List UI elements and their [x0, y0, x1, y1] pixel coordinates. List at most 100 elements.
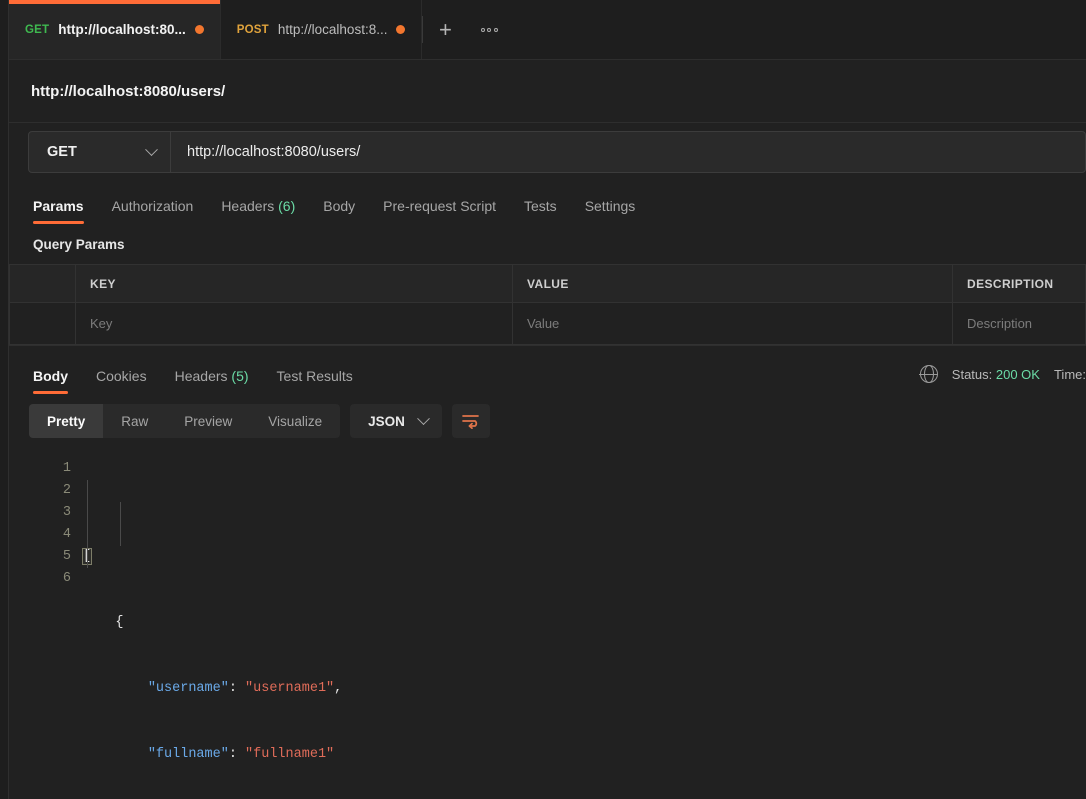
query-params-heading: Query Params [9, 224, 1086, 264]
response-header: Body Cookies Headers (5) Test Results St… [9, 346, 1086, 394]
table-row[interactable]: Key Value Description [9, 302, 1086, 345]
status-text: Status: 200 OK [952, 367, 1040, 382]
chevron-down-icon [145, 142, 158, 156]
indent-guide [119, 502, 121, 546]
button-label: Raw [121, 413, 149, 429]
request-tab-post[interactable]: POST http://localhost:8... [220, 0, 423, 59]
response-format-toolbar: Pretty Raw Preview Visualize JSON [9, 394, 1086, 448]
unsaved-changes-dot-icon [194, 25, 204, 34]
brace-open: { [115, 615, 124, 630]
status-label: Status: [951, 366, 993, 382]
tab-authorization[interactable]: Authorization [98, 198, 208, 224]
response-tab-headers[interactable]: Headers (5) [161, 368, 263, 394]
url-bar: GET [9, 123, 1086, 181]
tab-title-label: http://localhost:80... [58, 22, 186, 37]
request-tab-get[interactable]: GET http://localhost:80... [9, 0, 221, 59]
ellipsis-icon [480, 27, 498, 32]
code-line-1: [ [81, 546, 1086, 568]
view-mode-visualize[interactable]: Visualize [250, 404, 340, 438]
tab-tests[interactable]: Tests [510, 198, 571, 224]
response-language-select[interactable]: JSON [350, 404, 442, 438]
row-description-cell[interactable]: Description [952, 302, 1086, 345]
time-label: Time: [1053, 366, 1086, 382]
tab-label: Headers [221, 198, 275, 214]
response-view-mode-group: Pretty Raw Preview Visualize [29, 404, 341, 438]
unsaved-changes-dot-icon [396, 25, 406, 34]
chevron-down-icon [416, 411, 430, 425]
plus-icon: + [439, 16, 452, 42]
table-header-row: KEY VALUE DESCRIPTION [9, 264, 1086, 303]
tab-headers[interactable]: Headers (6) [207, 198, 309, 224]
json-key: "fullname" [147, 747, 229, 762]
line-number-gutter: 1 2 3 4 5 6 [9, 458, 83, 799]
url-input-group: GET [28, 131, 1086, 173]
postman-window: GET http://localhost:80... POST http://l… [0, 0, 1086, 799]
line-number: 6 [62, 571, 71, 586]
view-mode-pretty[interactable]: Pretty [29, 404, 104, 438]
query-params-table: KEY VALUE DESCRIPTION Key Value Descript… [9, 264, 1086, 345]
comma: , [334, 681, 343, 696]
tab-pre-request-script[interactable]: Pre-request Script [369, 198, 510, 224]
colon: : [228, 681, 246, 696]
language-label: JSON [368, 413, 405, 429]
line-number: 2 [62, 483, 71, 498]
column-header-key: KEY [75, 264, 513, 303]
tab-method-label: POST [236, 23, 269, 36]
tab-params[interactable]: Params [29, 198, 98, 224]
line-number: 4 [62, 527, 71, 542]
http-method-label: GET [47, 144, 77, 160]
json-value: "username1" [245, 681, 335, 696]
collapsed-sidebar[interactable] [0, 0, 9, 799]
tab-settings[interactable]: Settings [571, 198, 650, 224]
tab-label: Authorization [111, 198, 194, 214]
tab-label: Cookies [96, 368, 147, 384]
json-value: "fullname1" [245, 747, 335, 762]
status-badge: 200 OK [995, 366, 1040, 382]
row-value-cell[interactable]: Value [512, 302, 953, 345]
colon: : [228, 747, 246, 762]
globe-icon[interactable] [919, 365, 939, 383]
wrap-lines-button[interactable] [451, 404, 490, 438]
tab-label: Tests [524, 198, 557, 214]
tab-count-badge: (6) [278, 198, 296, 214]
json-key: "username" [147, 681, 229, 696]
tab-label: Body [33, 368, 68, 384]
line-number: 3 [62, 505, 71, 520]
new-tab-button[interactable]: + [423, 0, 467, 59]
tab-body[interactable]: Body [309, 198, 369, 224]
response-section-tabs: Body Cookies Headers (5) Test Results [29, 368, 367, 394]
column-header-value: VALUE [512, 264, 953, 303]
row-checkbox-cell[interactable] [9, 302, 76, 345]
response-tab-body[interactable]: Body [29, 368, 82, 394]
row-key-cell[interactable]: Key [75, 302, 513, 345]
tab-label: Headers [174, 368, 228, 384]
indent-guide [86, 480, 88, 568]
tab-label: Pre-request Script [383, 198, 496, 214]
line-number: 5 [62, 549, 71, 564]
response-tab-cookies[interactable]: Cookies [82, 368, 161, 394]
url-input[interactable] [171, 132, 1085, 172]
response-pane: Body Cookies Headers (5) Test Results St… [9, 346, 1086, 799]
response-body-code-view[interactable]: 1 2 3 4 5 6 [ { "username": "username1",… [9, 448, 1086, 799]
column-header-description: DESCRIPTION [952, 264, 1086, 303]
page-title: http://localhost:8080/users/ [31, 82, 226, 100]
button-label: Visualize [268, 413, 323, 429]
tab-label: Params [33, 198, 84, 214]
code-line-4: "fullname": "fullname1" [83, 744, 1086, 766]
section-label: Query Params [33, 236, 125, 252]
tab-count-badge: (5) [231, 368, 249, 384]
tab-method-label: GET [25, 23, 50, 36]
json-body-content: [ { "username": "username1", "fullname":… [81, 458, 1086, 799]
http-method-select[interactable]: GET [29, 132, 171, 172]
tab-more-options-button[interactable] [467, 0, 511, 59]
view-mode-raw[interactable]: Raw [103, 404, 166, 438]
view-mode-preview[interactable]: Preview [166, 404, 250, 438]
request-section-tabs: Params Authorization Headers (6) Body Pr… [9, 181, 1086, 224]
line-number: 1 [62, 461, 71, 476]
code-line-3: "username": "username1", [83, 678, 1086, 700]
wrap-text-icon [462, 415, 479, 429]
button-label: Preview [184, 413, 233, 429]
tab-title-label: http://localhost:8... [277, 22, 388, 37]
request-title-bar: http://localhost:8080/users/ [9, 60, 1086, 123]
response-tab-test-results[interactable]: Test Results [263, 368, 367, 394]
